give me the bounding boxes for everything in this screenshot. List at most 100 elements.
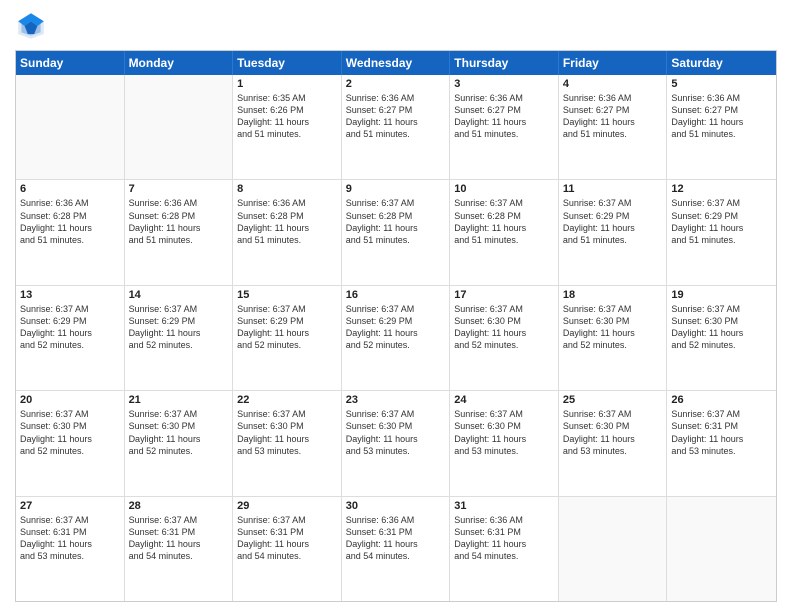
calendar-cell [16, 75, 125, 179]
calendar-cell: 9Sunrise: 6:37 AMSunset: 6:28 PMDaylight… [342, 180, 451, 284]
cell-info-line: Daylight: 11 hours [346, 116, 446, 128]
calendar-cell: 16Sunrise: 6:37 AMSunset: 6:29 PMDayligh… [342, 286, 451, 390]
calendar-cell: 8Sunrise: 6:36 AMSunset: 6:28 PMDaylight… [233, 180, 342, 284]
page: SundayMondayTuesdayWednesdayThursdayFrid… [0, 0, 792, 612]
weekday-header: Friday [559, 51, 668, 75]
day-number: 25 [563, 394, 663, 406]
cell-info-line: Sunrise: 6:37 AM [454, 197, 554, 209]
day-number: 24 [454, 394, 554, 406]
day-number: 8 [237, 183, 337, 195]
cell-info-line: and 54 minutes. [346, 550, 446, 562]
cell-info-line: and 52 minutes. [563, 339, 663, 351]
cell-info-line: Daylight: 11 hours [129, 222, 229, 234]
day-number: 17 [454, 289, 554, 301]
cell-info-line: and 52 minutes. [346, 339, 446, 351]
cell-info-line: and 51 minutes. [129, 234, 229, 246]
cell-info-line: Daylight: 11 hours [346, 433, 446, 445]
cell-info-line: Daylight: 11 hours [129, 327, 229, 339]
calendar-cell: 19 Sunrise: 6:37 AMSunset: 6:30 PMDayligh… [667, 286, 776, 390]
weekday-header: Monday [125, 51, 234, 75]
cell-info-line: Sunset: 6:30 PM [563, 315, 663, 327]
cell-info-line: Sunrise: 6:36 AM [346, 514, 446, 526]
cell-info-line: Daylight: 11 hours [671, 327, 772, 339]
cell-info-line: Sunrise: 6:37 AM [671, 408, 772, 420]
day-number: 14 [129, 289, 229, 301]
cell-info-line: Sunrise: 6:37 AM [563, 197, 663, 209]
calendar-cell [125, 75, 234, 179]
calendar-cell [667, 497, 776, 601]
cell-info-line: Sunset: 6:29 PM [129, 315, 229, 327]
cell-info-line: Daylight: 11 hours [346, 327, 446, 339]
cell-info-line: Sunrise: 6:37 AM [237, 408, 337, 420]
day-number: 29 [237, 500, 337, 512]
cell-info-line: Daylight: 11 hours [237, 433, 337, 445]
cell-info-line: Sunrise: 6:37 AM [671, 197, 772, 209]
cell-info-line: Daylight: 11 hours [129, 538, 229, 550]
cell-info-line: Sunrise: 6:37 AM [346, 197, 446, 209]
cell-info-line: Sunset: 6:31 PM [671, 420, 772, 432]
calendar-cell: 20Sunrise: 6:37 AMSunset: 6:30 PMDayligh… [16, 391, 125, 495]
calendar-cell: 10Sunrise: 6:37 AMSunset: 6:28 PMDayligh… [450, 180, 559, 284]
cell-info-line: Daylight: 11 hours [671, 433, 772, 445]
weekday-header: Tuesday [233, 51, 342, 75]
cell-info-line: Sunrise: 6:37 AM [20, 514, 120, 526]
day-number: 4 [563, 78, 663, 90]
cell-info-line: Daylight: 11 hours [20, 222, 120, 234]
cell-info-line: Sunrise: 6:37 AM [563, 408, 663, 420]
cell-info-line: and 51 minutes. [237, 234, 337, 246]
cell-info-line: Sunrise: 6:37 AM [129, 303, 229, 315]
cell-info-line: and 51 minutes. [346, 234, 446, 246]
calendar-cell: 22Sunrise: 6:37 AMSunset: 6:30 PMDayligh… [233, 391, 342, 495]
cell-info-line: Sunset: 6:30 PM [346, 420, 446, 432]
cell-info-line: Sunrise: 6:37 AM [454, 303, 554, 315]
day-number: 1 [237, 78, 337, 90]
calendar-header: SundayMondayTuesdayWednesdayThursdayFrid… [16, 51, 776, 75]
cell-info-line: and 51 minutes. [454, 128, 554, 140]
day-number: 26 [671, 394, 772, 406]
day-number: 21 [129, 394, 229, 406]
day-number: 15 [237, 289, 337, 301]
weekday-header: Saturday [667, 51, 776, 75]
cell-info-line: Sunrise: 6:36 AM [671, 92, 772, 104]
cell-info-line: Daylight: 11 hours [129, 433, 229, 445]
cell-info-line: Daylight: 11 hours [454, 538, 554, 550]
calendar-cell: 28Sunrise: 6:37 AMSunset: 6:31 PMDayligh… [125, 497, 234, 601]
cell-info-line: and 52 minutes. [20, 339, 120, 351]
day-number: 9 [346, 183, 446, 195]
day-number: 18 [563, 289, 663, 301]
cell-info-line: Sunset: 6:30 PM [671, 315, 772, 327]
cell-info-line: Sunrise: 6:37 AM [20, 303, 120, 315]
calendar-cell: 4Sunrise: 6:36 AMSunset: 6:27 PMDaylight… [559, 75, 668, 179]
calendar-cell: 23Sunrise: 6:37 AMSunset: 6:30 PMDayligh… [342, 391, 451, 495]
cell-info-line: and 51 minutes. [563, 234, 663, 246]
cell-info-line: Sunset: 6:30 PM [129, 420, 229, 432]
day-number: 22 [237, 394, 337, 406]
cell-info-line: Sunset: 6:28 PM [454, 210, 554, 222]
day-number: 20 [20, 394, 120, 406]
calendar-cell: 17Sunrise: 6:37 AMSunset: 6:30 PMDayligh… [450, 286, 559, 390]
cell-info-line: and 53 minutes. [563, 445, 663, 457]
day-number: 10 [454, 183, 554, 195]
cell-info-line: Sunrise: 6:36 AM [563, 92, 663, 104]
day-number: 19 [671, 289, 772, 301]
cell-info-line: Daylight: 11 hours [454, 116, 554, 128]
day-number: 5 [671, 78, 772, 90]
day-number: 2 [346, 78, 446, 90]
cell-info-line: Sunset: 6:31 PM [237, 526, 337, 538]
cell-info-line: Sunset: 6:29 PM [20, 315, 120, 327]
cell-info-line: Sunrise: 6:37 AM [346, 303, 446, 315]
calendar-body: 1Sunrise: 6:35 AMSunset: 6:26 PMDaylight… [16, 75, 776, 601]
cell-info-line: Daylight: 11 hours [346, 538, 446, 550]
cell-info-line: Sunset: 6:29 PM [346, 315, 446, 327]
cell-info-line: Sunset: 6:29 PM [563, 210, 663, 222]
cell-info-line: Daylight: 11 hours [671, 116, 772, 128]
cell-info-line: Sunrise: 6:36 AM [454, 514, 554, 526]
calendar-cell: 13Sunrise: 6:37 AMSunset: 6:29 PMDayligh… [16, 286, 125, 390]
calendar: SundayMondayTuesdayWednesdayThursdayFrid… [15, 50, 777, 602]
cell-info-line: Sunrise: 6:37 AM [671, 303, 772, 315]
cell-info-line: Sunset: 6:29 PM [237, 315, 337, 327]
cell-info-line: Daylight: 11 hours [237, 222, 337, 234]
weekday-header: Wednesday [342, 51, 451, 75]
calendar-cell: 30Sunrise: 6:36 AMSunset: 6:31 PMDayligh… [342, 497, 451, 601]
cell-info-line: and 51 minutes. [237, 128, 337, 140]
